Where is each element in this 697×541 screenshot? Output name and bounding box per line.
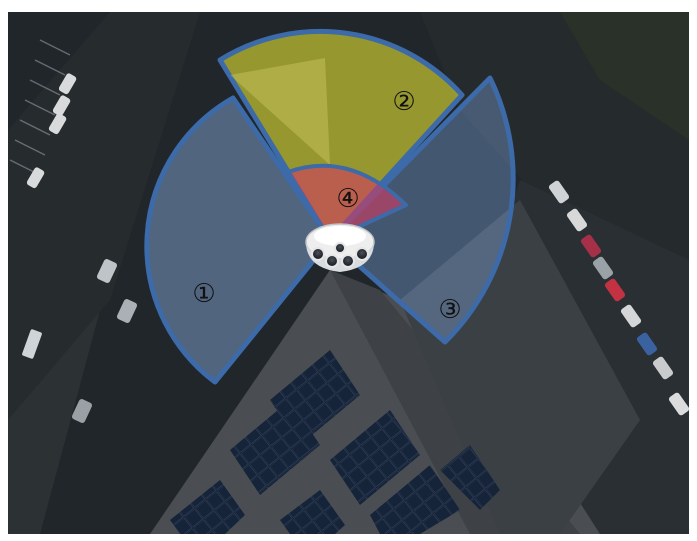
aerial-photo: ① ② ③ ④ (8, 12, 689, 534)
zone-label-2: ② (392, 87, 415, 117)
zone-label-3: ③ (438, 295, 461, 325)
camera-coverage-aerial-view: ① ② ③ ④ (0, 0, 697, 541)
zone-label-1: ① (192, 279, 215, 309)
zone-label-4: ④ (336, 184, 359, 214)
